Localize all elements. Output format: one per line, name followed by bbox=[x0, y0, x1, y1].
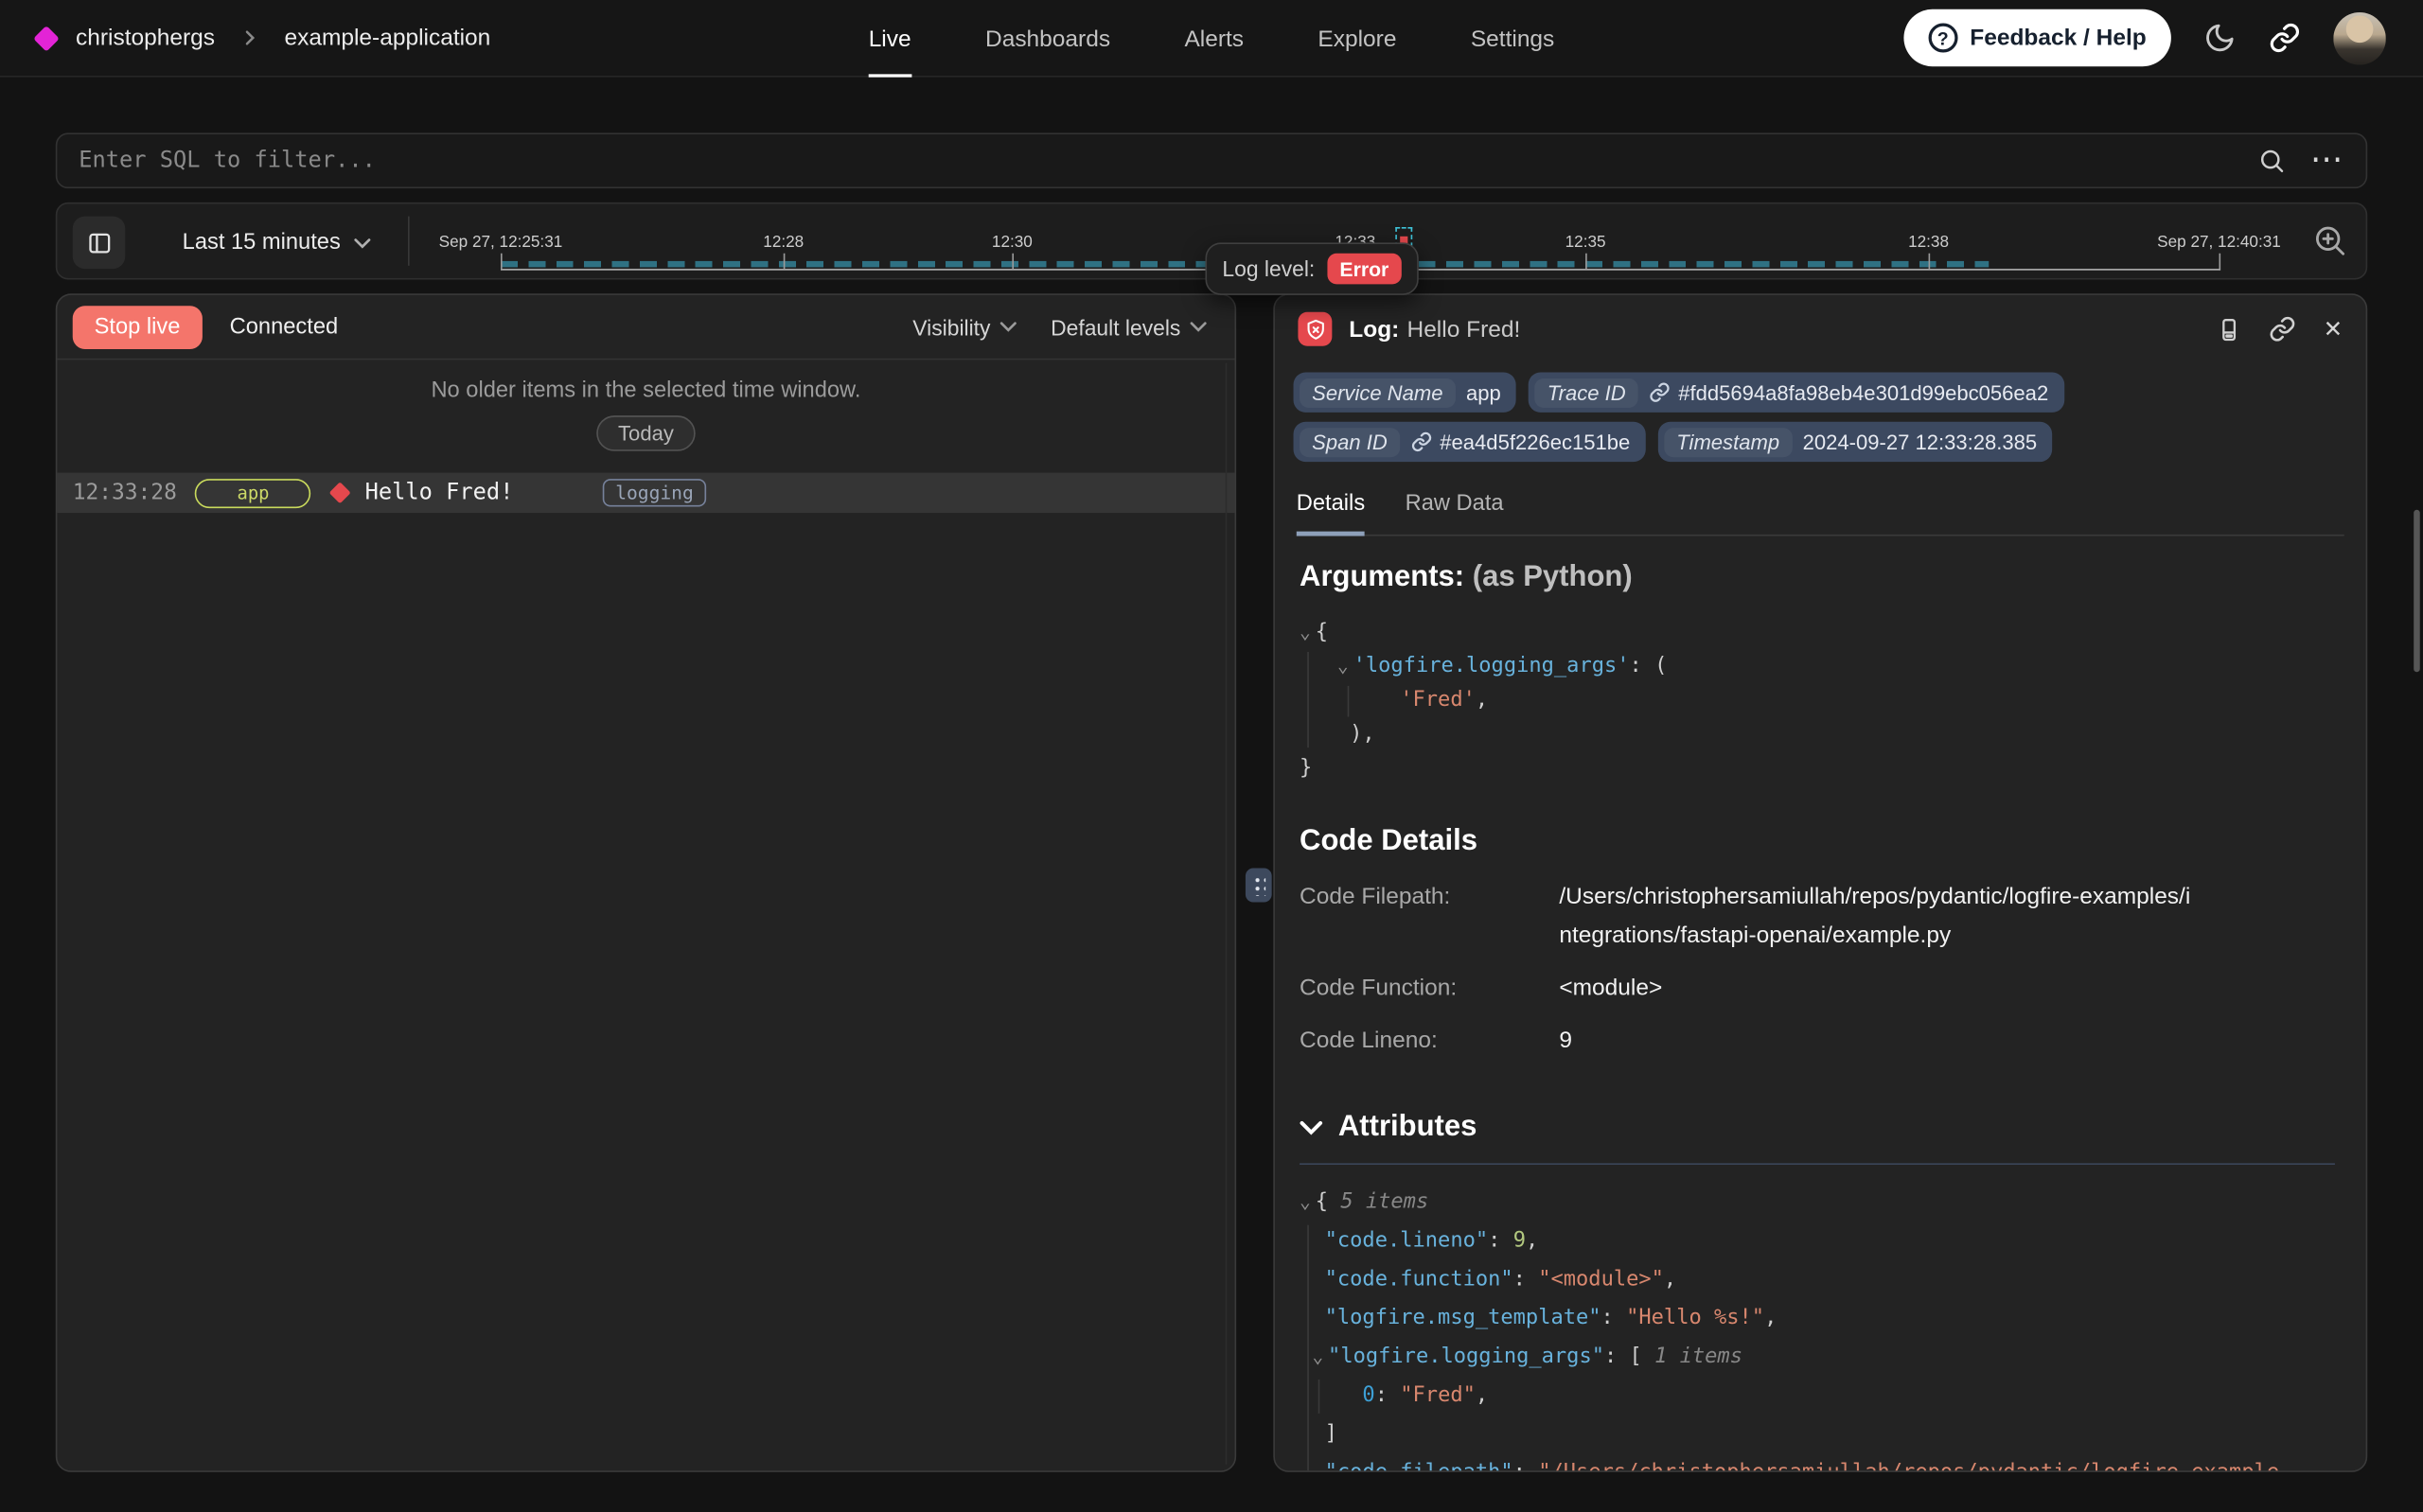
chevron-down-icon bbox=[354, 237, 371, 248]
copy-link-icon[interactable] bbox=[2269, 315, 2296, 343]
code-details-heading: Code Details bbox=[1300, 825, 2335, 859]
json-line: "logfire.msg_template": "Hello %s!", bbox=[1300, 1299, 2335, 1338]
breadcrumb: christophergs example-application bbox=[37, 25, 490, 51]
attributes-section-toggle[interactable]: Attributes bbox=[1300, 1111, 2335, 1145]
json-line[interactable]: ⌄{ 5 items bbox=[1300, 1184, 2335, 1222]
visibility-dropdown[interactable]: Visibility bbox=[912, 314, 1017, 339]
code-filepath-row: Code Filepath: /Users/christophersamiull… bbox=[1300, 877, 2335, 955]
nav-item-dashboards[interactable]: Dashboards bbox=[985, 0, 1110, 78]
top-nav: christophergs example-application Live D… bbox=[0, 0, 2423, 78]
feedback-help-button[interactable]: ? Feedback / Help bbox=[1903, 9, 2171, 66]
link-icon bbox=[1649, 381, 1671, 403]
link-icon bbox=[1410, 431, 1432, 453]
breadcrumb-project[interactable]: example-application bbox=[284, 25, 490, 51]
span-id-tag[interactable]: Span ID #ea4d5f226ec151be bbox=[1294, 422, 1646, 462]
panel-resize-handle[interactable] bbox=[1246, 869, 1272, 903]
nav-item-alerts[interactable]: Alerts bbox=[1184, 0, 1244, 78]
service-tag: app bbox=[195, 478, 310, 507]
code-line: } bbox=[1300, 750, 2335, 784]
question-circle-icon: ? bbox=[1928, 23, 1957, 52]
timeline-tick-label: 12:35 bbox=[1565, 234, 1606, 253]
nav-right-group: ? Feedback / Help bbox=[1903, 9, 2386, 66]
empty-window-message: No older items in the selected time wind… bbox=[57, 360, 1234, 403]
indent-guide bbox=[1348, 686, 1350, 717]
timeline-tick-label: Sep 27, 12:25:31 bbox=[439, 234, 563, 253]
stop-live-button[interactable]: Stop live bbox=[73, 305, 203, 348]
json-line: ] bbox=[1300, 1415, 2335, 1454]
code-function-row: Code Function: <module> bbox=[1300, 969, 2335, 1008]
sql-filter-bar: ⋯ bbox=[56, 132, 2367, 188]
scope-tag: logging bbox=[603, 479, 706, 506]
zoom-in-icon[interactable] bbox=[2311, 222, 2347, 258]
arguments-heading: Arguments: (as Python) bbox=[1300, 561, 2335, 595]
code-line[interactable]: ⌄{ bbox=[1300, 615, 2335, 649]
more-options-icon[interactable]: ⋯ bbox=[2310, 153, 2344, 168]
sidebar-toggle-button[interactable] bbox=[73, 217, 126, 270]
log-details-panel: Log:Hello Fred! ✕ Service Name app bbox=[1273, 293, 2367, 1472]
details-title: Log:Hello Fred! bbox=[1349, 316, 1520, 343]
main-content: Stop live Connected Visibility Default l… bbox=[56, 293, 2367, 1472]
json-line: "code.lineno": 9, bbox=[1300, 1222, 2335, 1260]
indent-guide bbox=[1307, 652, 1309, 747]
error-level-diamond-icon bbox=[329, 482, 351, 503]
tab-raw-data[interactable]: Raw Data bbox=[1406, 491, 1504, 536]
service-name-tag[interactable]: Service Name app bbox=[1294, 372, 1517, 412]
log-message: Hello Fred! bbox=[365, 481, 514, 505]
attributes-json-block: ⌄{ 5 items "code.lineno": 9, "code.funct… bbox=[1300, 1184, 2335, 1472]
trace-id-tag[interactable]: Trace ID #fdd5694a8fa98eb4e301d99ebc056e… bbox=[1529, 372, 2063, 412]
attributes-heading: Attributes bbox=[1338, 1111, 1477, 1145]
code-lineno-row: Code Lineno: 9 bbox=[1300, 1021, 2335, 1060]
divider bbox=[408, 217, 410, 266]
live-logs-panel: Stop live Connected Visibility Default l… bbox=[56, 293, 1236, 1472]
divider bbox=[1300, 1163, 2335, 1165]
logfire-logo-icon[interactable] bbox=[33, 25, 60, 51]
json-line: "code.function": "<module>", bbox=[1300, 1260, 2335, 1299]
json-line[interactable]: ⌄"logfire.logging_args": [ 1 items bbox=[1300, 1338, 2335, 1377]
chevron-down-icon bbox=[1190, 322, 1207, 332]
breadcrumb-org[interactable]: christophergs bbox=[76, 25, 215, 51]
json-line: 0: "Fred", bbox=[1300, 1377, 2335, 1415]
error-shield-icon bbox=[1298, 312, 1332, 346]
nav-item-settings[interactable]: Settings bbox=[1471, 0, 1554, 78]
log-timestamp: 12:33:28 bbox=[73, 481, 177, 505]
nav-item-explore[interactable]: Explore bbox=[1318, 0, 1396, 78]
grip-dots-icon bbox=[1252, 874, 1265, 896]
timeline-tick-label: Sep 27, 12:40:31 bbox=[2157, 234, 2281, 253]
time-range-selector[interactable]: Last 15 minutes bbox=[183, 204, 372, 282]
today-marker[interactable]: Today bbox=[596, 415, 696, 451]
json-line: "code.filepath": "/Users/christophersami… bbox=[1300, 1453, 2335, 1472]
chevron-down-icon bbox=[999, 322, 1017, 332]
chevron-down-icon bbox=[1300, 1120, 1322, 1135]
logfire-app: christophergs example-application Live D… bbox=[0, 0, 2423, 1512]
indent-guide bbox=[1318, 1380, 1320, 1414]
nav-item-live[interactable]: Live bbox=[869, 0, 911, 78]
scrollbar-track[interactable] bbox=[1226, 363, 1228, 1465]
default-levels-dropdown[interactable]: Default levels bbox=[1051, 314, 1207, 339]
primary-nav: Live Dashboards Alerts Explore Settings bbox=[869, 0, 1555, 78]
scrollbar-thumb[interactable] bbox=[2414, 510, 2420, 672]
arguments-code-block: ⌄{ ⌄'logfire.logging_args': ( 'Fred', ),… bbox=[1300, 615, 2335, 785]
breadcrumb-separator-icon bbox=[241, 29, 258, 46]
dock-panel-bottom-icon[interactable] bbox=[2217, 316, 2243, 343]
timeline-tick-label: 12:28 bbox=[763, 234, 804, 253]
indent-guide bbox=[1307, 1225, 1309, 1472]
sql-filter-input[interactable] bbox=[79, 149, 2257, 173]
code-line[interactable]: ⌄'logfire.logging_args': ( bbox=[1300, 649, 2335, 683]
connection-status: Connected bbox=[230, 314, 339, 339]
theme-toggle-moon-icon[interactable] bbox=[2203, 22, 2236, 54]
code-line: ), bbox=[1300, 717, 2335, 751]
code-line: 'Fred', bbox=[1300, 683, 2335, 717]
log-row[interactable]: 12:33:28 app Hello Fred! logging bbox=[57, 473, 1234, 513]
search-icon[interactable] bbox=[2257, 147, 2285, 174]
tab-details[interactable]: Details bbox=[1297, 491, 1365, 536]
error-level-badge: Error bbox=[1327, 254, 1401, 285]
timeline-tick-label: 12:30 bbox=[992, 234, 1033, 253]
log-level-tooltip: Log level: Error bbox=[1205, 242, 1418, 295]
timeline-tick-label: 12:38 bbox=[1908, 234, 1949, 253]
user-avatar[interactable] bbox=[2333, 11, 2386, 64]
close-icon[interactable]: ✕ bbox=[2324, 315, 2343, 343]
share-link-icon[interactable] bbox=[2269, 22, 2301, 54]
timestamp-tag[interactable]: Timestamp 2024-09-27 12:33:28.385 bbox=[1658, 422, 2053, 462]
